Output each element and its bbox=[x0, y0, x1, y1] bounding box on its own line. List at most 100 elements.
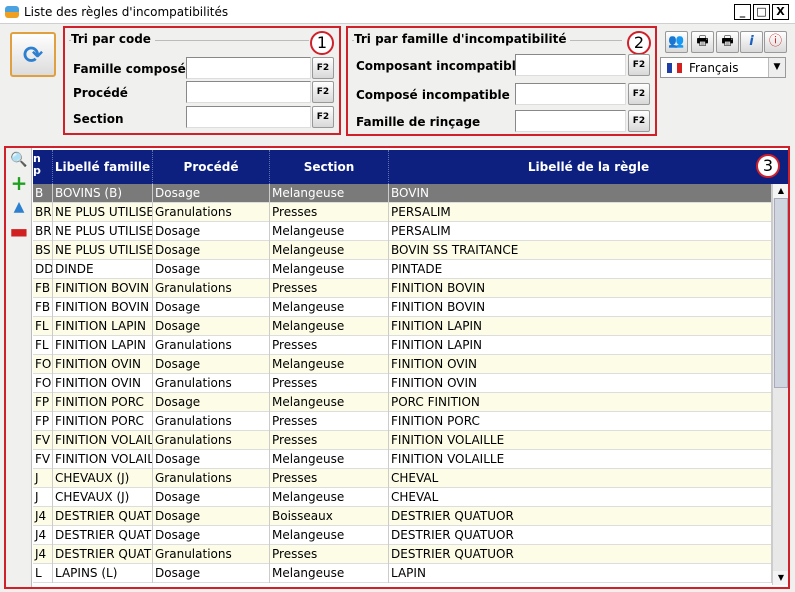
cell-code: BR bbox=[33, 203, 53, 222]
cell-libelle-regle: BOVIN bbox=[389, 184, 772, 203]
f2-button[interactable]: F2 bbox=[312, 81, 334, 103]
table-row[interactable]: J4 DESTRIER QUATU Dosage Boisseaux DESTRIER … bbox=[33, 507, 772, 526]
french-flag-icon bbox=[667, 63, 682, 73]
table-row[interactable]: BR NE PLUS UTILISE Granulations Presses PERS… bbox=[33, 203, 772, 222]
cell-procede: Dosage bbox=[153, 564, 270, 583]
f2-button[interactable]: F2 bbox=[312, 106, 334, 128]
cell-libelle-famille: CHEVAUX (J) bbox=[53, 488, 153, 507]
cell-code: J bbox=[33, 488, 53, 507]
cell-procede: Dosage bbox=[153, 222, 270, 241]
table-row[interactable]: FV FINITION VOLAIL Granulations Presses FINI… bbox=[33, 431, 772, 450]
cell-code: BS bbox=[33, 241, 53, 260]
table-row[interactable]: J4 DESTRIER QUATU Granulations Presses DESTR… bbox=[33, 545, 772, 564]
scroll-down-icon[interactable]: ▼ bbox=[773, 571, 788, 585]
column-header-libelle-regle[interactable]: Libellé de la règle bbox=[389, 150, 788, 184]
info-button[interactable]: i bbox=[740, 31, 763, 53]
table-row[interactable]: J4 DESTRIER QUATU Dosage Melangeuse DESTRIER… bbox=[33, 526, 772, 545]
search-button[interactable]: 🔍 bbox=[9, 151, 29, 169]
table-row[interactable]: BR NE PLUS UTILISE Dosage Melangeuse PERSALI… bbox=[33, 222, 772, 241]
cell-libelle-regle: BOVIN SS TRAITANCE bbox=[389, 241, 772, 260]
table-row[interactable]: J CHEVAUX (J) Dosage Melangeuse CHEVAL bbox=[33, 488, 772, 507]
panel-title: Tri par famille d'incompatibilité bbox=[354, 32, 571, 46]
table-row[interactable]: FO FINITION OVIN Dosage Melangeuse FINITION … bbox=[33, 355, 772, 374]
print-preview-button[interactable]: 🖶 bbox=[716, 31, 739, 53]
column-header-section[interactable]: Section bbox=[270, 150, 389, 184]
cell-code: FO bbox=[33, 374, 53, 393]
table-row[interactable]: FO FINITION OVIN Granulations Presses FINITI… bbox=[33, 374, 772, 393]
table-row[interactable]: FP FINITION PORC Dosage Melangeuse PORC FINI… bbox=[33, 393, 772, 412]
field-label: Composant incompatible bbox=[356, 59, 524, 73]
move-up-button[interactable]: ▲ bbox=[9, 198, 29, 216]
print-button[interactable]: 🖶 bbox=[691, 31, 714, 53]
table-row[interactable]: FL FINITION LAPIN Granulations Presses FINIT… bbox=[33, 336, 772, 355]
cell-section: Presses bbox=[270, 336, 389, 355]
f2-button[interactable]: F2 bbox=[628, 83, 650, 105]
composant-incompatible-input[interactable] bbox=[515, 54, 626, 76]
rules-grid-panel: 🔍 + ▲ ▬ n p Libellé famille Procédé Sect… bbox=[4, 146, 790, 589]
column-header-libelle-famille[interactable]: Libellé famille bbox=[53, 150, 153, 184]
minus-icon: ▬ bbox=[9, 219, 29, 243]
cell-libelle-famille: NE PLUS UTILISE bbox=[53, 241, 153, 260]
add-button[interactable]: + bbox=[9, 173, 29, 193]
table-row[interactable]: FP FINITION PORC Granulations Presses FINITI… bbox=[33, 412, 772, 431]
compose-incompatible-input[interactable] bbox=[515, 83, 626, 105]
cell-code: J4 bbox=[33, 545, 53, 564]
cell-section: Presses bbox=[270, 469, 389, 488]
table-row[interactable]: FB FINITION BOVIN Granulations Presses FINIT… bbox=[33, 279, 772, 298]
cell-libelle-famille: FINITION PORC bbox=[53, 393, 153, 412]
f2-button[interactable]: F2 bbox=[628, 54, 650, 76]
cell-procede: Granulations bbox=[153, 374, 270, 393]
table-row[interactable]: FV FINITION VOLAIL Dosage Melangeuse FINITIO… bbox=[33, 450, 772, 469]
table-row[interactable]: J CHEVAUX (J) Granulations Presses CHEVAL bbox=[33, 469, 772, 488]
cell-section: Melangeuse bbox=[270, 526, 389, 545]
chevron-down-icon[interactable]: ▼ bbox=[768, 58, 785, 77]
cell-section: Melangeuse bbox=[270, 241, 389, 260]
f2-button[interactable]: F2 bbox=[312, 57, 334, 79]
column-header-procede[interactable]: Procédé bbox=[153, 150, 270, 184]
cell-libelle-famille: DINDE bbox=[53, 260, 153, 279]
famille-compose-input[interactable] bbox=[186, 57, 311, 79]
table-row[interactable]: BS NE PLUS UTILISE Dosage Melangeuse BOVIN S… bbox=[33, 241, 772, 260]
cell-section: Melangeuse bbox=[270, 184, 389, 203]
cell-libelle-famille: FINITION OVIN bbox=[53, 355, 153, 374]
f2-button[interactable]: F2 bbox=[628, 110, 650, 132]
remove-button[interactable]: ▬ bbox=[9, 219, 29, 243]
procede-input[interactable] bbox=[186, 81, 311, 103]
section-input[interactable] bbox=[186, 106, 311, 128]
cell-section: Presses bbox=[270, 279, 389, 298]
cell-libelle-regle: PERSALIM bbox=[389, 222, 772, 241]
cell-libelle-regle: CHEVAL bbox=[389, 469, 772, 488]
scroll-up-icon[interactable]: ▲ bbox=[773, 184, 788, 198]
minimize-button[interactable]: _ bbox=[734, 4, 751, 20]
close-button[interactable]: X bbox=[772, 4, 789, 20]
cell-section: Melangeuse bbox=[270, 222, 389, 241]
alert-button[interactable]: ⓘ bbox=[764, 31, 787, 53]
maximize-button[interactable]: □ bbox=[753, 4, 770, 20]
cell-libelle-regle: DESTRIER QUATUOR bbox=[389, 526, 772, 545]
cell-libelle-regle: FINITION LAPIN bbox=[389, 336, 772, 355]
language-select[interactable]: Français ▼ bbox=[660, 57, 786, 78]
annotation-badge: 1 bbox=[310, 31, 334, 55]
scroll-thumb[interactable] bbox=[774, 198, 788, 388]
table-row[interactable]: L LAPINS (L) Dosage Melangeuse LAPIN bbox=[33, 564, 772, 583]
cell-procede: Dosage bbox=[153, 355, 270, 374]
column-header-code[interactable]: n p bbox=[33, 150, 53, 184]
cell-libelle-regle: FINITION VOLAILLE bbox=[389, 450, 772, 469]
cell-libelle-regle: LAPIN bbox=[389, 564, 772, 583]
annotation-badge: 2 bbox=[627, 31, 651, 55]
cell-procede: Granulations bbox=[153, 336, 270, 355]
table-row[interactable]: B BOVINS (B) Dosage Melangeuse BOVIN bbox=[33, 184, 772, 203]
cell-procede: Dosage bbox=[153, 298, 270, 317]
users-button[interactable]: 👥 bbox=[665, 31, 688, 53]
famille-rincage-input[interactable] bbox=[515, 110, 626, 132]
table-row[interactable]: FL FINITION LAPIN Dosage Melangeuse FINITION… bbox=[33, 317, 772, 336]
refresh-button[interactable]: ⟳ bbox=[10, 32, 56, 77]
table-row[interactable]: FB FINITION BOVIN Dosage Melangeuse FINITION… bbox=[33, 298, 772, 317]
vertical-scrollbar[interactable]: ▲ ▼ bbox=[772, 184, 788, 585]
cell-code: FB bbox=[33, 298, 53, 317]
printer-icon: 🖶 bbox=[721, 34, 734, 49]
cell-code: BR bbox=[33, 222, 53, 241]
cell-procede: Dosage bbox=[153, 450, 270, 469]
table-row[interactable]: DD DINDE Dosage Melangeuse PINTADE bbox=[33, 260, 772, 279]
cell-section: Melangeuse bbox=[270, 355, 389, 374]
